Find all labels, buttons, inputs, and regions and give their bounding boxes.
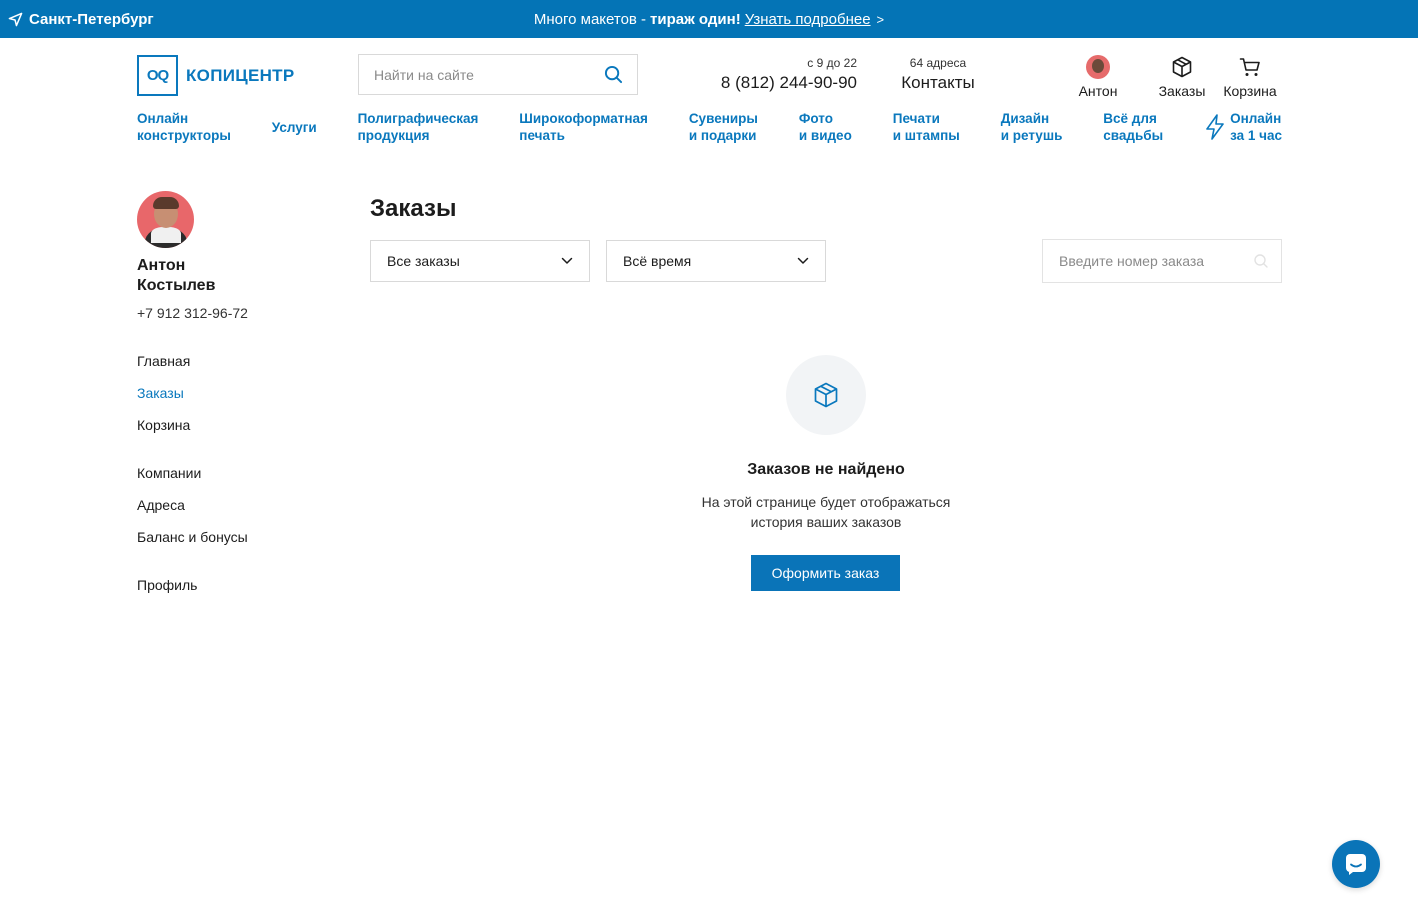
lightning-icon	[1206, 114, 1224, 140]
nav-online-constructors[interactable]: Онлайн конструкторы	[137, 110, 231, 144]
chevron-right-icon: >	[876, 11, 885, 27]
nav-stamps[interactable]: Печати и штампы	[893, 110, 960, 144]
promo-banner: Много макетов - тираж один! Узнать подро…	[0, 0, 1418, 38]
phone-number[interactable]: 8 (812) 244-90-90	[700, 73, 857, 93]
orders-period-select[interactable]: Всё время	[606, 240, 826, 282]
header-orders-button[interactable]: Заказы	[1155, 55, 1209, 99]
nav-wedding[interactable]: Всё для свадьбы	[1103, 110, 1163, 144]
promo-link[interactable]: Узнать подробнее	[745, 11, 871, 28]
header-cart-button[interactable]: Корзина	[1220, 55, 1280, 99]
chevron-down-icon	[797, 257, 809, 264]
logo-text: КОПИЦЕНТР	[186, 65, 295, 85]
user-label: Антон	[1078, 83, 1118, 99]
sidebar-item-profile[interactable]: Профиль	[137, 577, 197, 593]
promo-bold-text: тираж один!	[650, 10, 741, 28]
hours-text: с 9 до 22	[807, 56, 857, 70]
empty-state-text: На этой странице будет отображаться исто…	[701, 494, 951, 530]
header-user-button[interactable]: Антон	[1075, 55, 1121, 99]
chat-icon	[1346, 854, 1366, 875]
promo-text: Много макетов -	[533, 10, 647, 28]
working-hours: с 9 до 22 8 (812) 244-90-90	[700, 56, 857, 93]
nav-printing-products[interactable]: Полиграфическая продукция	[358, 110, 479, 144]
profile-name: Антон Костылев	[137, 257, 216, 294]
nav-services[interactable]: Услуги	[272, 119, 317, 136]
orders-label: Заказы	[1158, 83, 1206, 99]
profile-phone: +7 912 312-96-72	[137, 305, 248, 321]
cart-label: Корзина	[1223, 83, 1277, 99]
page-title: Заказы	[370, 195, 457, 222]
main-nav: Онлайн конструкторы Услуги Полиграфическ…	[137, 110, 1282, 144]
contacts-block: 64 адреса Контакты	[900, 56, 976, 93]
sidebar-item-orders[interactable]: Заказы	[137, 385, 184, 401]
avatar	[1086, 55, 1110, 79]
nav-photo-video[interactable]: Фото и видео	[799, 110, 852, 144]
sidebar-item-balance[interactable]: Баланс и бонусы	[137, 529, 248, 545]
site-logo[interactable]: OQ КОПИЦЕНТР	[137, 55, 295, 96]
order-search-input[interactable]	[1059, 253, 1253, 269]
search-icon[interactable]	[604, 65, 623, 84]
site-search-input[interactable]	[374, 66, 604, 83]
top-banner: Санкт-Петербург Много макетов - тираж од…	[0, 0, 1418, 38]
orders-status-value: Все заказы	[387, 253, 460, 269]
search-icon[interactable]	[1253, 253, 1269, 269]
sidebar-item-addresses[interactable]: Адреса	[137, 497, 185, 513]
order-search	[1042, 239, 1282, 283]
sidebar-item-companies[interactable]: Компании	[137, 465, 201, 481]
nav-wide-format[interactable]: Широкоформатная печать	[519, 110, 648, 144]
box-icon	[814, 382, 838, 408]
box-icon	[1172, 56, 1192, 78]
chat-widget-button[interactable]	[1332, 840, 1380, 888]
empty-state-title: Заказов не найдено	[747, 461, 905, 478]
create-order-button[interactable]: Оформить заказ	[751, 555, 900, 591]
cart-icon	[1239, 58, 1260, 76]
addresses-count: 64 адреса	[909, 56, 967, 70]
nav-souvenirs[interactable]: Сувениры и подарки	[689, 110, 758, 144]
nav-online-hour[interactable]: Онлайн за 1 час	[1204, 110, 1282, 144]
sidebar-item-home[interactable]: Главная	[137, 353, 190, 369]
nav-design[interactable]: Дизайн и ретушь	[1001, 110, 1063, 144]
orders-period-value: Всё время	[623, 253, 692, 269]
sidebar-item-cart[interactable]: Корзина	[137, 417, 190, 433]
profile-avatar	[137, 191, 194, 248]
contacts-link[interactable]: Контакты	[900, 73, 976, 93]
empty-state-icon-circle	[786, 355, 866, 435]
orders-status-select[interactable]: Все заказы	[370, 240, 590, 282]
logo-mark: OQ	[137, 55, 178, 96]
site-search	[358, 54, 638, 95]
nav-online-hour-label: Онлайн за 1 час	[1230, 111, 1282, 143]
chevron-down-icon	[561, 257, 573, 264]
